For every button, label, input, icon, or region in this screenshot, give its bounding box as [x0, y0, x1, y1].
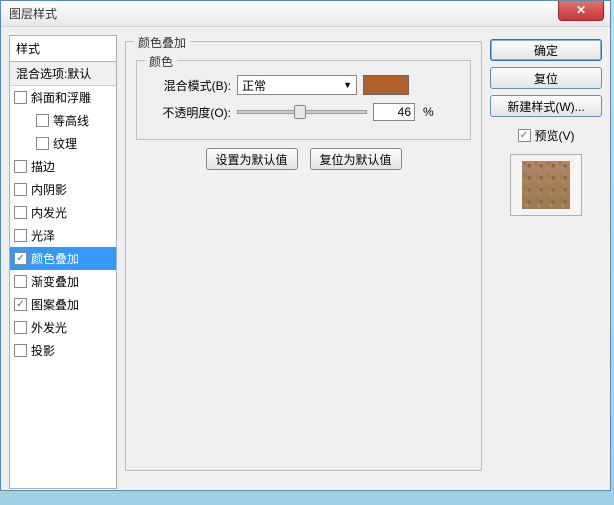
ok-button[interactable]: 确定	[490, 39, 602, 61]
preview-checkbox[interactable]	[518, 129, 531, 142]
cancel-button[interactable]: 复位	[490, 67, 602, 89]
new-style-button[interactable]: 新建样式(W)...	[490, 95, 602, 117]
style-label: 等高线	[53, 112, 89, 129]
preview-box	[510, 154, 582, 216]
style-row[interactable]: 内阴影	[10, 178, 116, 201]
style-row[interactable]: 斜面和浮雕	[10, 86, 116, 109]
style-label: 投影	[31, 342, 55, 359]
make-default-button[interactable]: 设置为默认值	[206, 148, 298, 170]
opacity-slider[interactable]	[237, 110, 367, 114]
style-label: 外发光	[31, 319, 67, 336]
style-row[interactable]: 颜色叠加	[10, 247, 116, 270]
blend-mode-label: 混合模式(B):	[147, 77, 231, 94]
group-color: 颜色 混合模式(B): 正常 ▼ 不透明度(O):	[136, 60, 471, 140]
styles-panel: 样式 混合选项:默认 斜面和浮雕等高线纹理描边内阴影内发光光泽颜色叠加渐变叠加图…	[9, 35, 117, 482]
style-label: 描边	[31, 158, 55, 175]
opacity-input[interactable]	[373, 103, 415, 121]
opacity-label: 不透明度(O):	[147, 104, 231, 121]
style-checkbox[interactable]	[14, 229, 27, 242]
action-panel: 确定 复位 新建样式(W)... 预览(V)	[490, 35, 602, 482]
chevron-down-icon: ▼	[343, 80, 352, 90]
opacity-row: 不透明度(O): %	[147, 103, 460, 121]
style-row[interactable]: 等高线	[10, 109, 116, 132]
preview-label: 预览(V)	[535, 127, 575, 144]
styles-list: 混合选项:默认 斜面和浮雕等高线纹理描边内阴影内发光光泽颜色叠加渐变叠加图案叠加…	[9, 62, 117, 489]
blend-mode-select[interactable]: 正常 ▼	[237, 75, 357, 95]
style-checkbox[interactable]	[14, 252, 27, 265]
style-label: 图案叠加	[31, 296, 79, 313]
close-icon: ✕	[576, 3, 586, 17]
style-checkbox[interactable]	[14, 275, 27, 288]
style-row[interactable]: 外发光	[10, 316, 116, 339]
style-checkbox[interactable]	[14, 160, 27, 173]
default-buttons-row: 设置为默认值 复位为默认值	[136, 148, 471, 170]
reset-default-button[interactable]: 复位为默认值	[310, 148, 402, 170]
style-checkbox[interactable]	[14, 344, 27, 357]
window-title: 图层样式	[9, 5, 57, 22]
style-checkbox[interactable]	[14, 183, 27, 196]
style-row[interactable]: 图案叠加	[10, 293, 116, 316]
style-row[interactable]: 纹理	[10, 132, 116, 155]
style-checkbox[interactable]	[14, 206, 27, 219]
style-checkbox[interactable]	[14, 321, 27, 334]
styles-header: 样式	[9, 35, 117, 62]
group-title: 颜色叠加	[134, 34, 190, 51]
style-row[interactable]: 光泽	[10, 224, 116, 247]
blend-mode-value: 正常	[242, 77, 266, 94]
style-label: 内阴影	[31, 181, 67, 198]
style-label: 斜面和浮雕	[31, 89, 91, 106]
settings-panel: 颜色叠加 颜色 混合模式(B): 正常 ▼ 不透明度(O):	[125, 35, 482, 482]
group-color-overlay: 颜色叠加 颜色 混合模式(B): 正常 ▼ 不透明度(O):	[125, 41, 482, 471]
style-row-default[interactable]: 混合选项:默认	[10, 62, 116, 86]
style-checkbox[interactable]	[36, 137, 49, 150]
style-label: 渐变叠加	[31, 273, 79, 290]
opacity-unit: %	[423, 105, 434, 119]
style-row[interactable]: 描边	[10, 155, 116, 178]
style-label: 光泽	[31, 227, 55, 244]
style-label: 内发光	[31, 204, 67, 221]
dialog-body: 样式 混合选项:默认 斜面和浮雕等高线纹理描边内阴影内发光光泽颜色叠加渐变叠加图…	[1, 27, 610, 490]
slider-thumb[interactable]	[294, 105, 306, 119]
color-swatch[interactable]	[363, 75, 409, 95]
style-checkbox[interactable]	[36, 114, 49, 127]
style-row[interactable]: 投影	[10, 339, 116, 362]
style-checkbox[interactable]	[14, 298, 27, 311]
layer-style-dialog: 图层样式 ✕ 样式 混合选项:默认 斜面和浮雕等高线纹理描边内阴影内发光光泽颜色…	[0, 0, 611, 491]
style-row[interactable]: 内发光	[10, 201, 116, 224]
blend-mode-row: 混合模式(B): 正常 ▼	[147, 75, 460, 95]
style-default-label: 混合选项:默认	[16, 65, 91, 82]
style-label: 纹理	[53, 135, 77, 152]
style-label: 颜色叠加	[31, 250, 79, 267]
style-checkbox[interactable]	[14, 91, 27, 104]
close-button[interactable]: ✕	[558, 1, 604, 21]
preview-thumbnail	[522, 161, 570, 209]
style-row[interactable]: 渐变叠加	[10, 270, 116, 293]
inner-title: 颜色	[145, 53, 177, 70]
titlebar: 图层样式 ✕	[1, 1, 610, 27]
preview-checkbox-row[interactable]: 预览(V)	[490, 127, 602, 144]
